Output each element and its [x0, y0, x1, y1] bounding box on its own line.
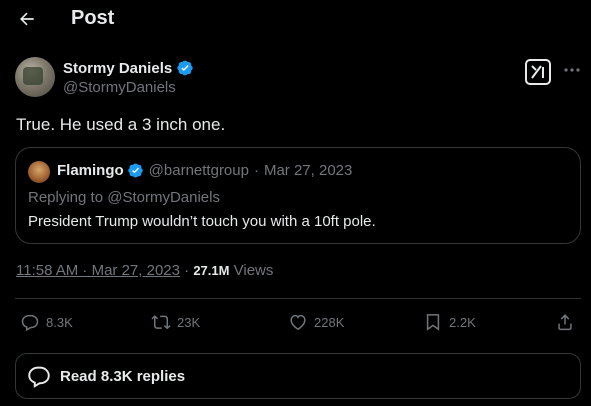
meta-separator: · — [184, 262, 190, 279]
repost-button[interactable]: 23K — [151, 312, 200, 332]
author-handle[interactable]: @StormyDaniels — [63, 79, 176, 96]
quote-author-name[interactable]: Flamingo — [57, 162, 124, 179]
divider — [15, 298, 581, 299]
tweet-text: True. He used a 3 inch one. — [16, 115, 226, 134]
avatar[interactable] — [15, 57, 55, 97]
bookmark-button[interactable]: 2.2K — [423, 312, 476, 332]
arrow-left-icon[interactable] — [16, 9, 38, 29]
views-label: Views — [233, 262, 274, 279]
reply-count: 8.3K — [46, 314, 73, 330]
tweet-meta: 11:58 AM · Mar 27, 2023 · 27.1M Views — [16, 262, 273, 279]
quote-author-handle[interactable]: @barnettgroup — [149, 162, 249, 179]
quote-text: President Trump wouldn’t touch you with … — [28, 213, 376, 230]
heart-icon — [290, 314, 306, 331]
share-button[interactable] — [555, 312, 575, 332]
like-count: 228K — [314, 314, 345, 330]
page-title: Post — [71, 7, 115, 29]
share-icon — [558, 314, 572, 331]
quote-replying-to: Replying to @StormyDaniels — [28, 189, 220, 206]
reply-icon — [28, 366, 50, 388]
grok-icon[interactable] — [525, 59, 551, 85]
quote-date[interactable]: Mar 27, 2023 — [264, 162, 352, 179]
read-replies-label: Read 8.3K replies — [60, 367, 186, 385]
quote-avatar[interactable] — [28, 161, 50, 183]
reply-icon — [21, 314, 39, 332]
top-bar: Post — [0, 0, 591, 38]
action-bar: 8.3K 23K 228K 2.2K — [0, 300, 591, 346]
quoted-tweet[interactable]: Flamingo @barnettgroup · Mar 27, 2023 Re… — [15, 147, 581, 244]
author-name-row: Stormy Daniels — [63, 59, 194, 77]
quote-header: Flamingo @barnettgroup · Mar 27, 2023 — [57, 162, 352, 179]
bookmark-count: 2.2K — [449, 314, 476, 330]
author-name[interactable]: Stormy Daniels — [63, 60, 172, 77]
repost-icon — [151, 315, 171, 330]
bookmark-icon — [426, 314, 440, 331]
verified-badge-icon[interactable] — [176, 59, 194, 77]
timestamp-link[interactable]: 11:58 AM · Mar 27, 2023 — [16, 262, 180, 279]
verified-badge-icon — [127, 163, 143, 178]
more-icon[interactable] — [563, 63, 581, 77]
repost-count: 23K — [177, 314, 201, 330]
reply-button[interactable]: 8.3K — [20, 312, 73, 332]
like-button[interactable]: 228K — [288, 312, 344, 332]
quote-separator: · — [253, 162, 259, 179]
read-replies-button[interactable]: Read 8.3K replies — [15, 353, 581, 399]
views-count: 27.1M — [193, 263, 230, 278]
